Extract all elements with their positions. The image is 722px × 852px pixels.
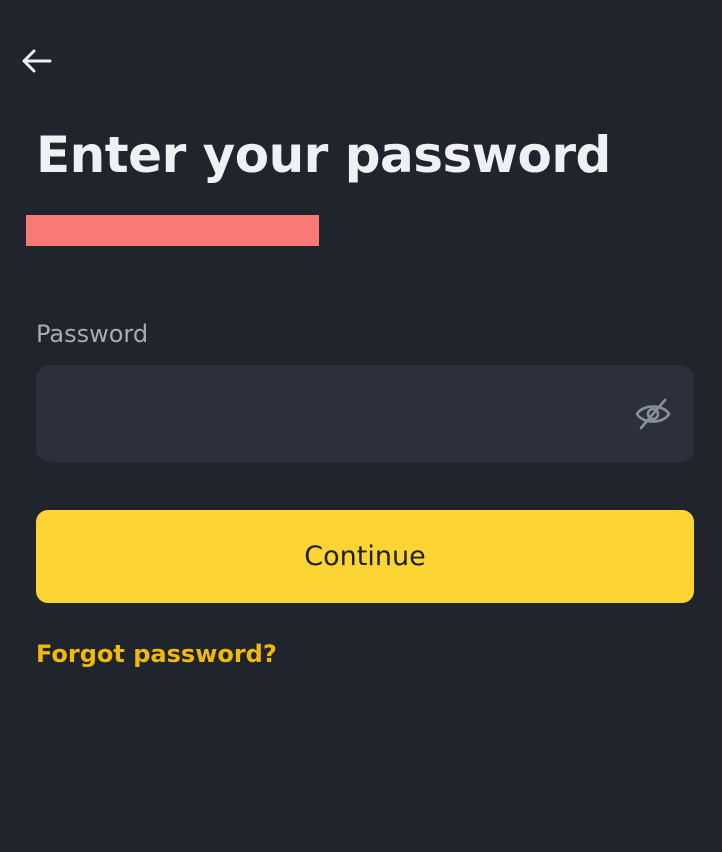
password-label: Password [36,320,149,348]
arrow-left-icon [22,49,52,73]
toggle-visibility-button[interactable] [634,395,672,433]
password-input[interactable] [56,365,616,462]
redacted-email-bar [26,215,319,246]
eye-off-icon [635,398,671,430]
forgot-password-link[interactable]: Forgot password? [36,640,277,668]
password-field[interactable] [36,365,694,462]
continue-button[interactable]: Continue [36,510,694,603]
page-title: Enter your password [36,126,611,184]
back-button[interactable] [20,44,56,80]
